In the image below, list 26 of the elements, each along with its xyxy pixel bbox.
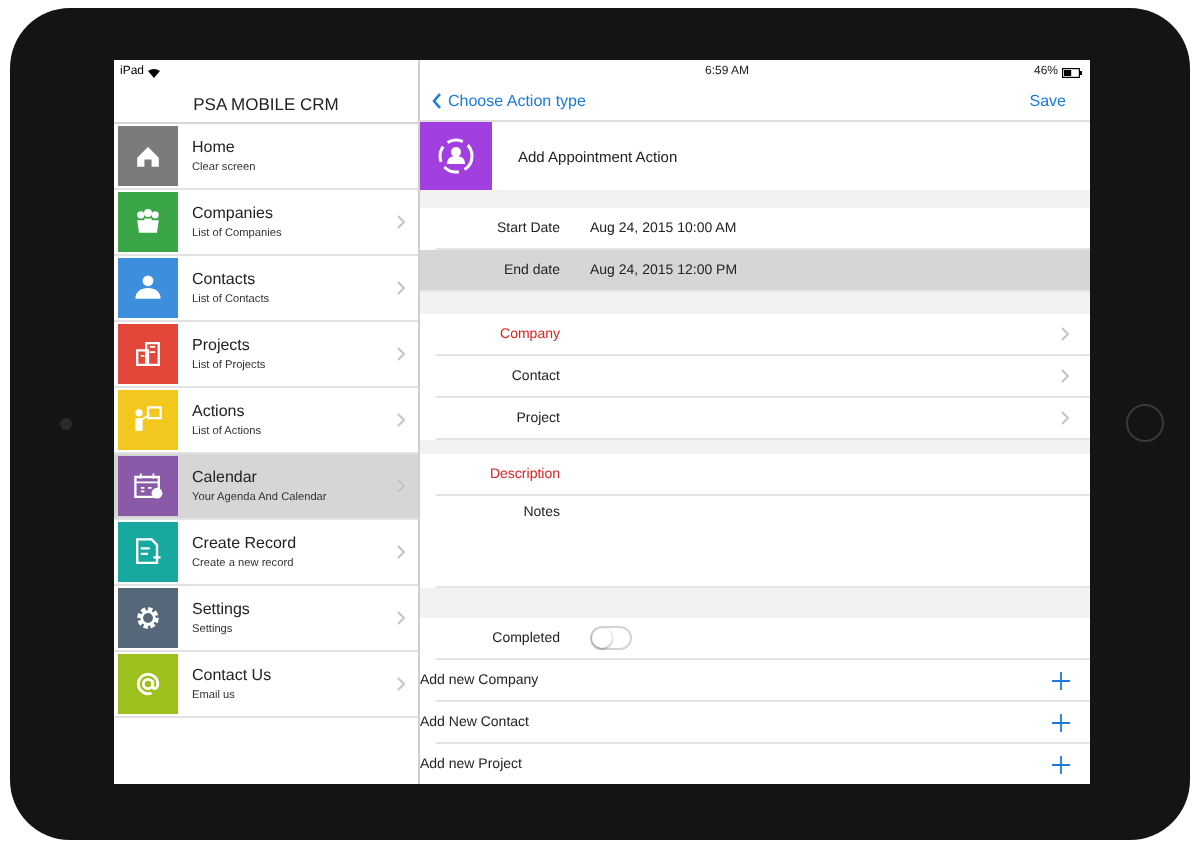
document-plus-icon	[130, 534, 166, 570]
back-chevron-icon	[432, 92, 442, 110]
plus-icon[interactable]	[1052, 713, 1070, 731]
back-button[interactable]: Choose Action type	[432, 92, 586, 110]
plus-icon[interactable]	[1052, 755, 1070, 773]
plus-icon[interactable]	[1052, 671, 1070, 689]
menu-item-title: Calendar	[192, 468, 259, 486]
menu-item-title: Actions	[192, 402, 247, 420]
menu-item-title: Contacts	[192, 270, 258, 288]
people-circle-icon	[436, 136, 476, 176]
wifi-icon	[148, 67, 161, 77]
app-title: PSA MOBILE CRM	[114, 84, 418, 124]
menu-item-title: Companies	[192, 204, 275, 222]
menu-item-title: Contact Us	[192, 666, 274, 684]
chevron-icon	[1060, 368, 1070, 384]
calendar-icon	[130, 468, 166, 504]
chevron-icon	[1060, 326, 1070, 342]
battery-icon	[1062, 67, 1082, 77]
chevron-icon	[1060, 410, 1070, 426]
menu-item-title: Home	[192, 138, 237, 156]
building-icon	[130, 336, 166, 372]
menu-item-title: Settings	[192, 600, 252, 618]
toggle-switch[interactable]	[590, 626, 632, 650]
menu-item-title: Create Record	[192, 534, 299, 552]
save-button[interactable]: Save	[1029, 92, 1066, 110]
menu-item-title: Projects	[192, 336, 252, 354]
